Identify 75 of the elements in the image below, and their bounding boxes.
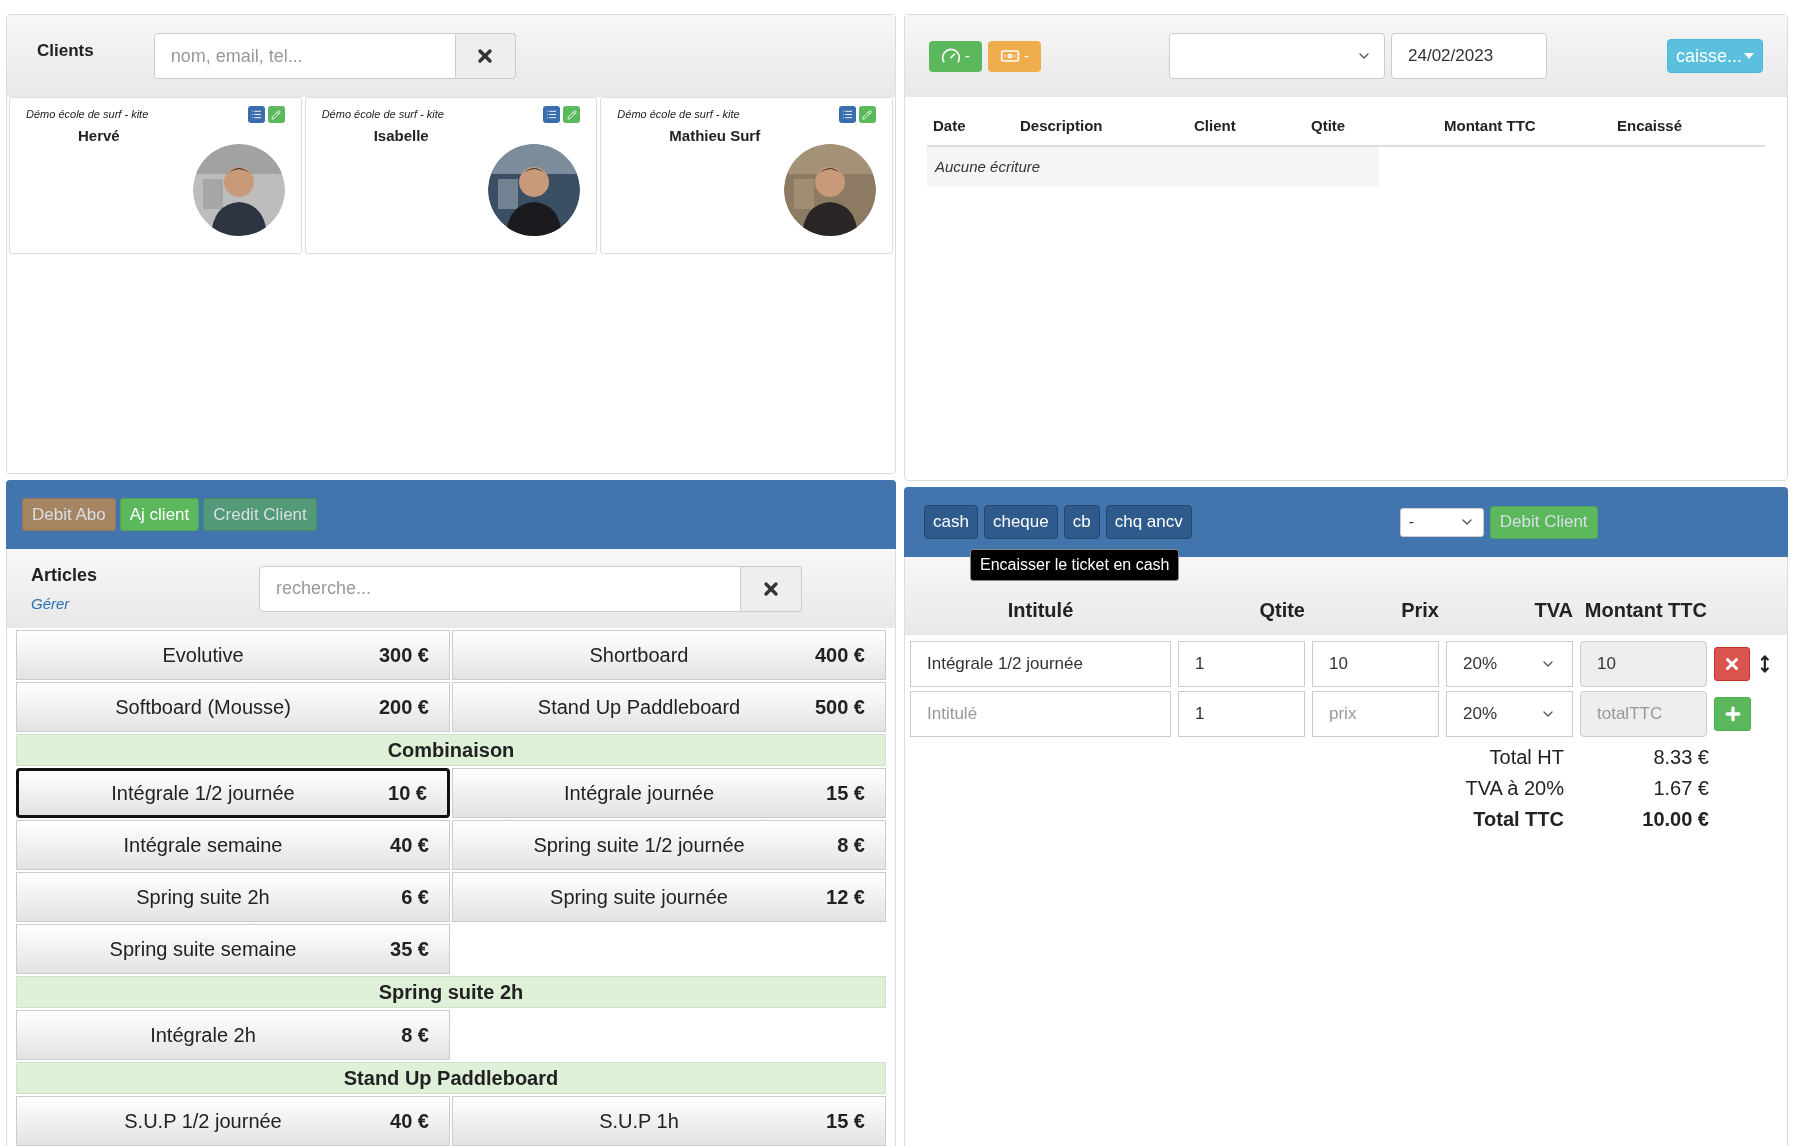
list-icon[interactable] (839, 106, 856, 123)
column-header: Montant TTC (1444, 115, 1536, 136)
panel-title: Clients (37, 40, 94, 63)
column-header: Client (1194, 115, 1236, 136)
article-button[interactable]: Spring suite journée 12 € (452, 872, 886, 922)
article-button[interactable]: Softboard (Mousse) 200 € (16, 682, 450, 732)
client-name: Hervé (78, 126, 120, 146)
category-header: Spring suite 2h (16, 976, 886, 1008)
article-button[interactable]: Intégrale 2h 8 € (16, 1010, 450, 1060)
price-field[interactable]: 10 (1312, 641, 1439, 687)
total-field[interactable]: 10 (1580, 641, 1707, 687)
article-button[interactable]: Spring suite 1/2 journée 8 € (452, 820, 886, 870)
column-header: Qtite (1259, 598, 1305, 623)
total-label: TVA à 20% (1464, 775, 1564, 801)
search-field[interactable]: nom, email, tel... (153, 33, 456, 79)
category-header: Combinaison (16, 734, 886, 766)
date-field[interactable]: 24/02/2023 (1391, 33, 1547, 79)
total-label: Total TTC (1472, 806, 1564, 832)
manage-link[interactable]: Gérer (31, 592, 70, 616)
quantity-field[interactable]: 1 (1178, 691, 1305, 737)
label-field[interactable]: Intitulé (910, 691, 1171, 737)
tooltip: Encaisser le ticket en cash (970, 549, 1180, 581)
article-button[interactable]: Intégrale 1/2 journée 10 € (16, 768, 450, 818)
client-name: Isabelle (373, 126, 429, 146)
label-field[interactable]: Intégrale 1/2 journée (910, 641, 1171, 687)
client-card[interactable]: Démo école de surf - kite Isabelle (304, 97, 598, 254)
empty-message: Aucune écriture (935, 156, 1041, 177)
article-button[interactable]: S.U.P 1/2 journée 40 € (16, 1096, 450, 1146)
article-button[interactable]: S.U.P 1h 15 € (452, 1096, 886, 1146)
column-header: Encaissé (1617, 115, 1683, 136)
clear-button[interactable] (741, 565, 802, 612)
total-label: Total HT (1488, 744, 1564, 770)
article-button[interactable]: Evolutive 300 € (16, 630, 450, 680)
total-value: 8.33 € (1652, 744, 1709, 770)
column-header: Description (1020, 115, 1103, 136)
article-button[interactable]: Spring suite semaine 35 € (16, 924, 450, 974)
article-button[interactable]: Stand Up Paddleboard 500 € (452, 682, 886, 732)
search-field[interactable]: recherche... (259, 565, 741, 612)
caret-icon (1744, 53, 1754, 59)
column-header: Prix (1401, 598, 1439, 623)
school-name: Démo école de surf - kite (617, 107, 740, 122)
payment-button[interactable]: cash (924, 505, 978, 539)
school-name: Démo école de surf - kite (321, 107, 444, 122)
total-field[interactable]: totalTTC (1580, 691, 1707, 737)
list-icon[interactable] (247, 106, 265, 123)
quantity-field[interactable]: 1 (1178, 641, 1305, 687)
article-button[interactable]: Intégrale journée 15 € (452, 768, 886, 818)
select-field[interactable] (1169, 33, 1385, 79)
column-header: TVA (1534, 598, 1573, 623)
payment-button[interactable]: chq ancv (1105, 505, 1192, 539)
price-field[interactable]: prix (1312, 691, 1439, 737)
column-header: Date (933, 115, 966, 136)
article-button[interactable]: Shortboard 400 € (452, 630, 886, 680)
add-button[interactable] (1714, 697, 1751, 731)
client-card[interactable]: Démo école de surf - kite Hervé (9, 97, 302, 254)
article-button[interactable]: Intégrale semaine 40 € (16, 820, 450, 870)
payment-button[interactable]: cb (1063, 505, 1100, 539)
payment-button[interactable]: cheque (983, 505, 1058, 539)
column-header: Qtite (1311, 115, 1346, 136)
total-value: 1.67 € (1652, 775, 1709, 801)
total-value: 10.00 € (1641, 806, 1709, 832)
category-header: Stand Up Paddleboard (16, 1062, 886, 1094)
tva-select[interactable]: 20% (1446, 641, 1573, 687)
panel-title: Articles (31, 563, 98, 587)
school-name: Démo école de surf - kite (26, 107, 149, 122)
client-name: Mathieu Surf (669, 126, 761, 146)
list-icon[interactable] (543, 106, 561, 123)
column-header: Montant TTC (1584, 598, 1707, 623)
clear-button[interactable] (455, 33, 516, 79)
column-header: Intitulé (1007, 598, 1074, 623)
select-field[interactable]: - (1399, 507, 1484, 537)
client-card[interactable]: Démo école de surf - kite Mathieu Surf (600, 97, 893, 254)
article-button[interactable]: Spring suite 2h 6 € (16, 872, 450, 922)
tva-select[interactable]: 20% (1446, 691, 1573, 737)
delete-button[interactable] (1714, 647, 1751, 681)
